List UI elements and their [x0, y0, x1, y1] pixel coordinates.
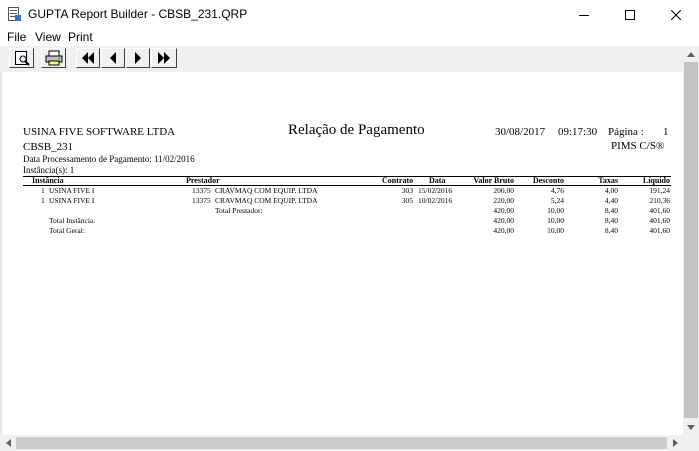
- cell-prest-name: CRAVMAQ COM EQUIP. LTDA: [215, 186, 318, 195]
- total-desconto: 10,00: [547, 216, 564, 225]
- cell-valor-bruto: 220,00: [493, 196, 514, 205]
- chevron-down-icon: [687, 424, 695, 430]
- maximize-button[interactable]: [607, 0, 653, 29]
- total-label: Total Prestador:: [215, 206, 263, 215]
- report-page: USINA FIVE SOFTWARE LTDA Relação de Paga…: [2, 72, 683, 435]
- cell-desconto: 5,24: [550, 196, 564, 205]
- menu-bar: File View Print: [0, 29, 699, 46]
- maximize-icon: [625, 9, 635, 20]
- company-name: USINA FIVE SOFTWARE LTDA: [23, 126, 176, 138]
- chevron-right-icon: [672, 439, 678, 447]
- col-instancia: Instância: [32, 176, 64, 185]
- instance-count: Instância(s): 1: [23, 165, 75, 175]
- cell-data: 15/02/2016: [418, 186, 453, 195]
- cell-contrato: 305: [401, 196, 413, 205]
- cell-valor-bruto: 200,00: [493, 186, 514, 195]
- col-liquido: Líquido: [642, 176, 670, 185]
- total-liquido: 401,60: [649, 206, 670, 215]
- vertical-scroll-thumb[interactable]: [684, 62, 698, 418]
- col-prestador: Prestador: [186, 176, 220, 185]
- processing-date: Data Processamento de Pagamento: 11/02/2…: [23, 154, 195, 164]
- print-button[interactable]: [41, 48, 66, 68]
- first-page-button[interactable]: [76, 48, 100, 68]
- scroll-up-button[interactable]: [683, 46, 699, 62]
- page-magnifier-icon: [14, 51, 30, 66]
- menu-print[interactable]: Print: [68, 30, 93, 44]
- cell-prest-name: CRAVMAQ COM EQUIP. LTDA: [215, 196, 318, 205]
- double-right-arrow-icon: [158, 52, 170, 64]
- page-number: 1: [663, 126, 669, 138]
- header-rule-top: [23, 176, 671, 177]
- report-title: Relação de Pagamento: [288, 122, 425, 138]
- page-label: Página :: [608, 126, 644, 138]
- system-name: PIMS C/S®: [611, 140, 665, 152]
- printer-icon: [45, 50, 62, 66]
- total-desconto: 10,00: [547, 206, 564, 215]
- cell-inst-name: USINA FIVE I: [49, 196, 95, 205]
- left-arrow-icon: [110, 52, 116, 64]
- cell-desconto: 4,76: [550, 186, 564, 195]
- close-icon: [671, 9, 681, 20]
- cell-taxas: 4,00: [604, 186, 618, 195]
- cell-liquido: 191,24: [649, 186, 670, 195]
- cell-liquido: 210,36: [649, 196, 670, 205]
- chevron-left-icon: [5, 439, 11, 447]
- col-taxas: Taxas: [598, 176, 618, 185]
- app-icon: [8, 7, 21, 21]
- horizontal-scrollbar[interactable]: [0, 435, 683, 451]
- menu-file[interactable]: File: [7, 30, 26, 44]
- scroll-down-button[interactable]: [683, 419, 699, 435]
- menu-view[interactable]: View: [35, 30, 61, 44]
- cell-taxas: 4,40: [604, 196, 618, 205]
- total-label: Total Geral:: [49, 226, 85, 235]
- toolbar: [0, 46, 699, 73]
- report-time: 09:17:30: [558, 126, 598, 138]
- col-data: Data: [429, 176, 446, 185]
- preview-button[interactable]: [9, 48, 34, 68]
- next-page-button[interactable]: [126, 48, 150, 68]
- window-title: GUPTA Report Builder - CBSB_231.QRP: [28, 7, 248, 21]
- report-code: CBSB_231: [23, 141, 74, 153]
- total-liquido: 401,60: [649, 216, 670, 225]
- minimize-button[interactable]: [561, 0, 607, 29]
- report-date: 30/08/2017: [495, 126, 546, 138]
- double-left-arrow-icon: [82, 52, 94, 64]
- total-desconto: 10,00: [547, 226, 564, 235]
- cell-inst-num: 1: [41, 196, 45, 205]
- col-valor-bruto: Valor Bruto: [473, 176, 514, 185]
- header-rule-bottom: [23, 185, 671, 186]
- total-valor-bruto: 420,00: [493, 216, 514, 225]
- close-button[interactable]: [653, 0, 699, 29]
- chevron-up-icon: [687, 51, 695, 57]
- cell-prest-code: 13375: [192, 196, 211, 205]
- horizontal-scroll-thumb[interactable]: [16, 437, 667, 449]
- cell-inst-name: USINA FIVE I: [49, 186, 95, 195]
- scrollbar-corner: [683, 435, 699, 451]
- vertical-scrollbar[interactable]: [683, 46, 699, 435]
- total-liquido: 401,60: [649, 226, 670, 235]
- minimize-icon: [579, 14, 589, 16]
- scroll-right-button[interactable]: [667, 435, 683, 451]
- title-bar[interactable]: GUPTA Report Builder - CBSB_231.QRP: [0, 0, 699, 29]
- total-valor-bruto: 420,00: [493, 206, 514, 215]
- total-taxas: 8,40: [604, 216, 618, 225]
- cell-data: 10/02/2016: [418, 196, 453, 205]
- cell-inst-num: 1: [41, 186, 45, 195]
- right-arrow-icon: [135, 52, 141, 64]
- last-page-button[interactable]: [151, 48, 177, 68]
- total-taxas: 8,40: [604, 226, 618, 235]
- total-label: Total Instância:: [49, 216, 96, 225]
- col-contrato: Contrato: [382, 176, 414, 185]
- previous-page-button[interactable]: [101, 48, 125, 68]
- total-valor-bruto: 420,00: [493, 226, 514, 235]
- scroll-left-button[interactable]: [0, 435, 16, 451]
- col-desconto: Desconto: [532, 176, 564, 185]
- cell-contrato: 303: [401, 186, 413, 195]
- cell-prest-code: 13375: [192, 186, 211, 195]
- total-taxas: 8,40: [604, 206, 618, 215]
